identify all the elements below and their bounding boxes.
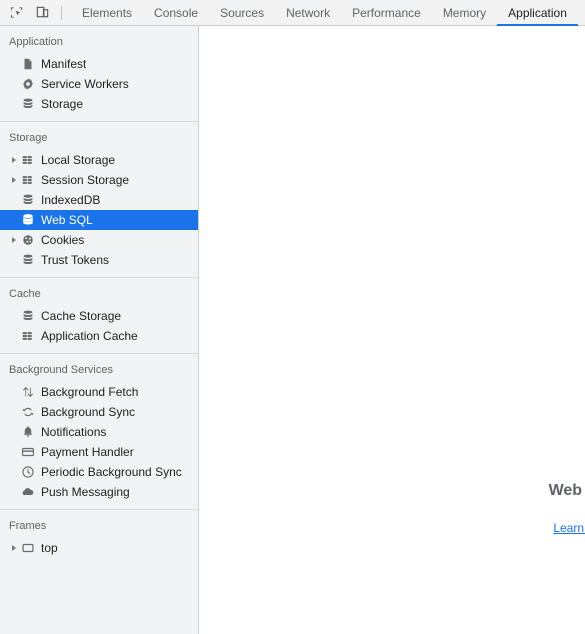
section-title-frames: Frames xyxy=(9,520,47,532)
sidebar-item-payment-handler[interactable]: Payment Handler xyxy=(0,442,198,462)
manifest-icon xyxy=(20,56,36,72)
sidebar-section-storage: Storage Local Storage Session Storage In… xyxy=(0,121,198,277)
devtools-toolbar: Elements Console Sources Network Perform… xyxy=(0,0,585,26)
sidebar-item-storage[interactable]: Storage xyxy=(0,94,198,114)
sidebar-item-push-messaging[interactable]: Push Messaging xyxy=(0,482,198,502)
sidebar-item-label: Local Storage xyxy=(41,153,116,167)
tab-console[interactable]: Console xyxy=(143,0,209,25)
sidebar-section-application: Application Manifest Service Workers Sto… xyxy=(0,26,198,121)
sidebar-item-label: Payment Handler xyxy=(41,445,134,459)
sidebar-item-label: Trust Tokens xyxy=(41,253,110,267)
database-icon xyxy=(20,212,36,228)
bell-icon xyxy=(20,424,36,440)
sidebar-section-background-services: Background Services Background Fetch Bac… xyxy=(0,353,198,509)
section-items-application: Manifest Service Workers Storage xyxy=(0,54,198,121)
disclosure-triangle-icon[interactable] xyxy=(8,542,20,554)
tab-application[interactable]: Application xyxy=(497,0,578,26)
section-items-frames: top xyxy=(0,538,198,565)
database-icon xyxy=(20,308,36,324)
sidebar-item-background-fetch[interactable]: Background Fetch xyxy=(0,382,198,402)
sidebar-item-label: Cookies xyxy=(41,233,85,247)
sidebar-item-label: IndexedDB xyxy=(41,193,101,207)
section-items-background-services: Background Fetch Background Sync Notific… xyxy=(0,382,198,509)
section-title-storage: Storage xyxy=(9,132,48,144)
sidebar-item-service-workers[interactable]: Service Workers xyxy=(0,74,198,94)
disclosure-triangle-icon[interactable] xyxy=(8,234,20,246)
sidebar-item-trust-tokens[interactable]: Trust Tokens xyxy=(0,250,198,270)
disclosure-triangle-icon[interactable] xyxy=(8,174,20,186)
credit-card-icon xyxy=(20,444,36,460)
database-icon xyxy=(20,192,36,208)
tab-elements[interactable]: Elements xyxy=(71,0,143,25)
clock-icon xyxy=(20,464,36,480)
sidebar-item-top-frame[interactable]: top xyxy=(0,538,198,558)
sidebar-item-label: Storage xyxy=(41,97,84,111)
device-toolbar-icon xyxy=(35,5,51,21)
section-title-background-services: Background Services xyxy=(9,364,113,376)
sidebar-item-local-storage[interactable]: Local Storage xyxy=(0,150,198,170)
arrows-updown-icon xyxy=(20,384,36,400)
disclosure-triangle-icon[interactable] xyxy=(8,154,20,166)
sidebar-item-web-sql[interactable]: Web SQL xyxy=(0,210,198,230)
sidebar-item-session-storage[interactable]: Session Storage xyxy=(0,170,198,190)
table-icon xyxy=(20,152,36,168)
sidebar-item-cache-storage[interactable]: Cache Storage xyxy=(0,306,198,326)
frame-icon xyxy=(20,540,36,556)
gear-icon xyxy=(20,76,36,92)
sidebar-item-label: Web SQL xyxy=(41,213,93,227)
section-title-application: Application xyxy=(9,36,63,48)
tab-network[interactable]: Network xyxy=(275,0,341,25)
cookie-icon xyxy=(20,232,36,248)
sidebar-item-indexeddb[interactable]: IndexedDB xyxy=(0,190,198,210)
panel-body: Application Manifest Service Workers Sto… xyxy=(0,26,585,634)
sidebar-item-label: top xyxy=(41,541,58,555)
sidebar-item-label: Session Storage xyxy=(41,173,130,187)
sidebar-section-cache: Cache Cache Storage Application Cache xyxy=(0,277,198,353)
section-items-cache: Cache Storage Application Cache xyxy=(0,306,198,353)
sidebar-item-label: Notifications xyxy=(41,425,107,439)
inspect-element-button[interactable] xyxy=(6,2,32,24)
empty-state-view: Web SQL Learn more xyxy=(199,481,585,535)
cloud-icon xyxy=(20,484,36,500)
sidebar-item-label: Service Workers xyxy=(41,77,129,91)
inspect-element-icon xyxy=(9,5,25,21)
toolbar-button-group xyxy=(0,0,71,25)
section-items-storage: Local Storage Session Storage IndexedDB … xyxy=(0,150,198,277)
sidebar-item-background-sync[interactable]: Background Sync xyxy=(0,402,198,422)
device-toolbar-button[interactable] xyxy=(32,2,58,24)
tab-sources[interactable]: Sources xyxy=(209,0,275,25)
panel-tab-strip: Elements Console Sources Network Perform… xyxy=(71,0,585,26)
sidebar-item-label: Periodic Background Sync xyxy=(41,465,182,479)
sidebar-item-notifications[interactable]: Notifications xyxy=(0,422,198,442)
sidebar-item-label: Background Sync xyxy=(41,405,136,419)
database-icon xyxy=(20,252,36,268)
main-content-panel: Web SQL Learn more xyxy=(199,26,585,634)
table-icon xyxy=(20,172,36,188)
empty-state-title: Web SQL xyxy=(548,482,585,499)
sidebar-section-frames: Frames top xyxy=(0,509,198,565)
sidebar-item-label: Background Fetch xyxy=(41,385,139,399)
sync-icon xyxy=(20,404,36,420)
sidebar-item-label: Manifest xyxy=(41,57,87,71)
sidebar-item-periodic-background-sync[interactable]: Periodic Background Sync xyxy=(0,462,198,482)
tab-memory[interactable]: Memory xyxy=(432,0,497,25)
sidebar-item-label: Push Messaging xyxy=(41,485,130,499)
database-icon xyxy=(20,96,36,112)
sidebar-item-label: Application Cache xyxy=(41,329,138,343)
toolbar-separator xyxy=(61,5,62,20)
tab-performance[interactable]: Performance xyxy=(341,0,432,25)
learn-more-link[interactable]: Learn more xyxy=(553,521,585,535)
section-title-cache: Cache xyxy=(9,288,41,300)
sidebar-item-manifest[interactable]: Manifest xyxy=(0,54,198,74)
table-icon xyxy=(20,328,36,344)
sidebar-item-cookies[interactable]: Cookies xyxy=(0,230,198,250)
sidebar-item-label: Cache Storage xyxy=(41,309,122,323)
application-sidebar: Application Manifest Service Workers Sto… xyxy=(0,26,199,634)
sidebar-item-application-cache[interactable]: Application Cache xyxy=(0,326,198,346)
